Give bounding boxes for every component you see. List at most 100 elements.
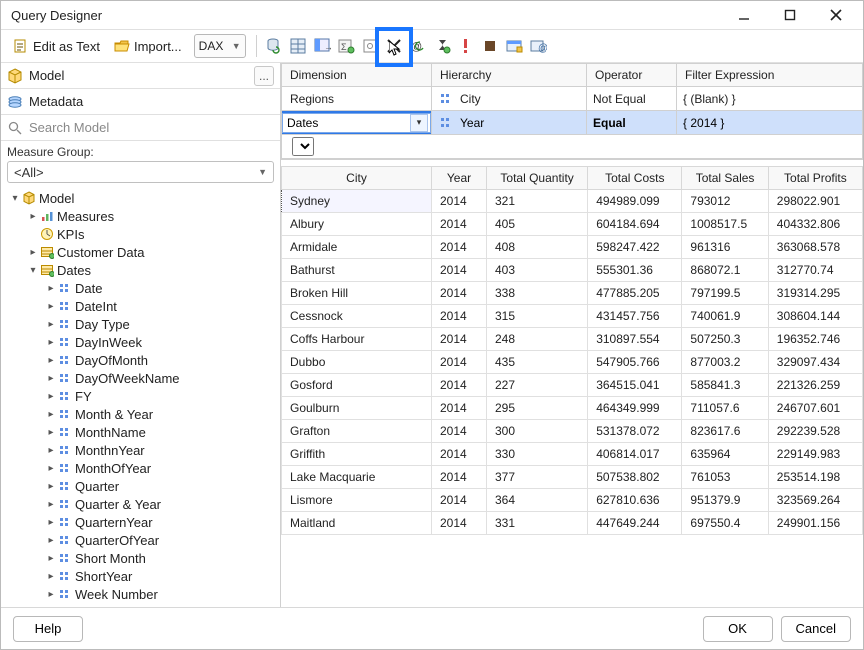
expander-icon[interactable]: ▸ bbox=[45, 499, 57, 510]
expander-icon[interactable]: ▾ bbox=[27, 265, 39, 276]
close-button[interactable] bbox=[813, 1, 859, 29]
tree-item[interactable]: ▸MonthName bbox=[3, 423, 280, 441]
add-table-button[interactable] bbox=[287, 33, 309, 59]
tree-item[interactable]: ▸Week Number bbox=[3, 585, 280, 603]
table-row[interactable]: Gosford2014227364515.041585841.3221326.2… bbox=[282, 374, 863, 397]
parameters-button[interactable]: @ bbox=[527, 33, 549, 59]
expander-icon[interactable]: ▾ bbox=[9, 193, 21, 204]
measure-group-dropdown[interactable]: <All> ▼ bbox=[7, 161, 274, 183]
show-empty-cells-button[interactable] bbox=[359, 33, 381, 59]
tree-item[interactable]: ▸Month & Year bbox=[3, 405, 280, 423]
results-header-quantity[interactable]: Total Quantity bbox=[487, 167, 588, 190]
results-header-city[interactable]: City bbox=[282, 167, 432, 190]
filter-header-hierarchy[interactable]: Hierarchy bbox=[432, 64, 587, 87]
expander-icon[interactable]: ▸ bbox=[27, 211, 39, 222]
expander-icon[interactable]: ▸ bbox=[27, 247, 39, 258]
results-header-sales[interactable]: Total Sales bbox=[682, 167, 768, 190]
table-row[interactable]: Broken Hill2014338477885.205797199.53193… bbox=[282, 282, 863, 305]
expander-icon[interactable]: ▸ bbox=[45, 337, 57, 348]
tree-item[interactable]: ▸QuarterOfYear bbox=[3, 531, 280, 549]
expander-icon[interactable]: ▸ bbox=[45, 571, 57, 582]
model-ellipsis-button[interactable]: ... bbox=[254, 66, 274, 86]
expander-icon[interactable]: ▸ bbox=[45, 589, 57, 600]
table-row[interactable]: Bathurst2014403555301.36868072.1312770.7… bbox=[282, 259, 863, 282]
help-button[interactable]: Help bbox=[13, 616, 83, 642]
table-row[interactable]: Lake Macquarie2014377507538.802761053253… bbox=[282, 466, 863, 489]
edit-as-text-button[interactable]: Edit as Text bbox=[7, 33, 106, 59]
tree-item[interactable]: ▸Day Type bbox=[3, 315, 280, 333]
dimension-cell[interactable]: Dates▾ bbox=[282, 113, 431, 133]
filter-header-operator[interactable]: Operator bbox=[587, 64, 677, 87]
expander-icon[interactable]: ▸ bbox=[45, 301, 57, 312]
model-tree[interactable]: ▾Model▸Measures•KPIs▸Customer Data▾Dates… bbox=[1, 187, 280, 607]
tree-item[interactable]: ▸Customer Data bbox=[3, 243, 280, 261]
delete-button[interactable] bbox=[383, 33, 405, 59]
expander-icon[interactable]: • bbox=[27, 229, 39, 240]
cancel-exec-button[interactable] bbox=[479, 33, 501, 59]
toggle-pane-button[interactable]: → bbox=[311, 33, 333, 59]
import-button[interactable]: Import... bbox=[108, 33, 188, 59]
cancel-button[interactable]: Cancel bbox=[781, 616, 851, 642]
tree-item[interactable]: ▸MonthOfYear bbox=[3, 459, 280, 477]
table-row[interactable]: Armidale2014408598247.422961316363068.57… bbox=[282, 236, 863, 259]
metadata-panel-header[interactable]: Metadata bbox=[1, 89, 280, 115]
expander-icon[interactable]: ▸ bbox=[45, 391, 57, 402]
tree-item[interactable]: ▾Model bbox=[3, 189, 280, 207]
minimize-button[interactable] bbox=[721, 1, 767, 29]
results-header-profits[interactable]: Total Profits bbox=[768, 167, 862, 190]
results-header-costs[interactable]: Total Costs bbox=[588, 167, 682, 190]
expander-icon[interactable]: ▸ bbox=[45, 553, 57, 564]
expander-icon[interactable]: ▸ bbox=[45, 463, 57, 474]
table-row[interactable]: Albury2014405604184.6941008517.5404332.8… bbox=[282, 213, 863, 236]
table-row[interactable]: Sydney2014321494989.099793012298022.901 bbox=[282, 190, 863, 213]
filter-row[interactable]: RegionsCityNot Equal{ (Blank) } bbox=[282, 87, 863, 111]
table-row[interactable]: Griffith2014330406814.017635964229149.98… bbox=[282, 443, 863, 466]
tree-item[interactable]: ▸DayOfMonth bbox=[3, 351, 280, 369]
tree-item[interactable]: ▸Measures bbox=[3, 207, 280, 225]
tree-item[interactable]: ▸Quarter & Year bbox=[3, 495, 280, 513]
expander-icon[interactable]: ▸ bbox=[45, 409, 57, 420]
tree-item[interactable]: ▸MonthnYear bbox=[3, 441, 280, 459]
expander-icon[interactable]: ▸ bbox=[45, 355, 57, 366]
maximize-button[interactable] bbox=[767, 1, 813, 29]
tree-item[interactable]: ▾Dates bbox=[3, 261, 280, 279]
refresh-fields-button[interactable] bbox=[263, 33, 285, 59]
filter-row[interactable]: Dates▾YearEqual{ 2014 } bbox=[282, 111, 863, 135]
table-row[interactable]: Maitland2014331447649.244697550.4249901.… bbox=[282, 512, 863, 535]
tree-item[interactable]: ▸ShortYear bbox=[3, 567, 280, 585]
auto-exec-button[interactable]: @ bbox=[407, 33, 429, 59]
filter-header-expression[interactable]: Filter Expression bbox=[677, 64, 863, 87]
filter-row-placeholder[interactable] bbox=[282, 135, 863, 159]
exec-button[interactable] bbox=[455, 33, 477, 59]
expander-icon[interactable]: ▸ bbox=[45, 481, 57, 492]
tree-item[interactable]: ▸DayOfWeekName bbox=[3, 369, 280, 387]
expander-icon[interactable]: ▸ bbox=[45, 427, 57, 438]
design-mode-button[interactable] bbox=[503, 33, 525, 59]
table-row[interactable]: Cessnock2014315431457.756740061.9308604.… bbox=[282, 305, 863, 328]
results-header-year[interactable]: Year bbox=[432, 167, 487, 190]
expander-icon[interactable]: ▸ bbox=[45, 517, 57, 528]
search-input[interactable]: Search Model bbox=[1, 115, 280, 141]
show-aggregations-button[interactable] bbox=[431, 33, 453, 59]
expander-icon[interactable]: ▸ bbox=[45, 319, 57, 330]
filter-header-dimension[interactable]: Dimension bbox=[282, 64, 432, 87]
tree-item[interactable]: ▸Date bbox=[3, 279, 280, 297]
tree-item[interactable]: ▸Quarter bbox=[3, 477, 280, 495]
table-row[interactable]: Lismore2014364627810.636951379.9323569.2… bbox=[282, 489, 863, 512]
tree-item[interactable]: ▸Short Month bbox=[3, 549, 280, 567]
expander-icon[interactable]: ▸ bbox=[45, 283, 57, 294]
tree-item[interactable]: ▸QuarternYear bbox=[3, 513, 280, 531]
expander-icon[interactable]: ▸ bbox=[45, 535, 57, 546]
expander-icon[interactable]: ▸ bbox=[45, 373, 57, 384]
calc-member-button[interactable]: Σ bbox=[335, 33, 357, 59]
tree-item[interactable]: ▸DateInt bbox=[3, 297, 280, 315]
table-row[interactable]: Coffs Harbour2014248310897.554507250.319… bbox=[282, 328, 863, 351]
tree-item[interactable]: ▸DayInWeek bbox=[3, 333, 280, 351]
tree-item[interactable]: ▸FY bbox=[3, 387, 280, 405]
dimension-dropdown-button[interactable]: ▾ bbox=[410, 114, 428, 132]
tree-item[interactable]: •KPIs bbox=[3, 225, 280, 243]
results-grid[interactable]: City Year Total Quantity Total Costs Tot… bbox=[281, 166, 863, 607]
expander-icon[interactable]: ▸ bbox=[45, 445, 57, 456]
ok-button[interactable]: OK bbox=[703, 616, 773, 642]
table-row[interactable]: Grafton2014300531378.072823617.6292239.5… bbox=[282, 420, 863, 443]
